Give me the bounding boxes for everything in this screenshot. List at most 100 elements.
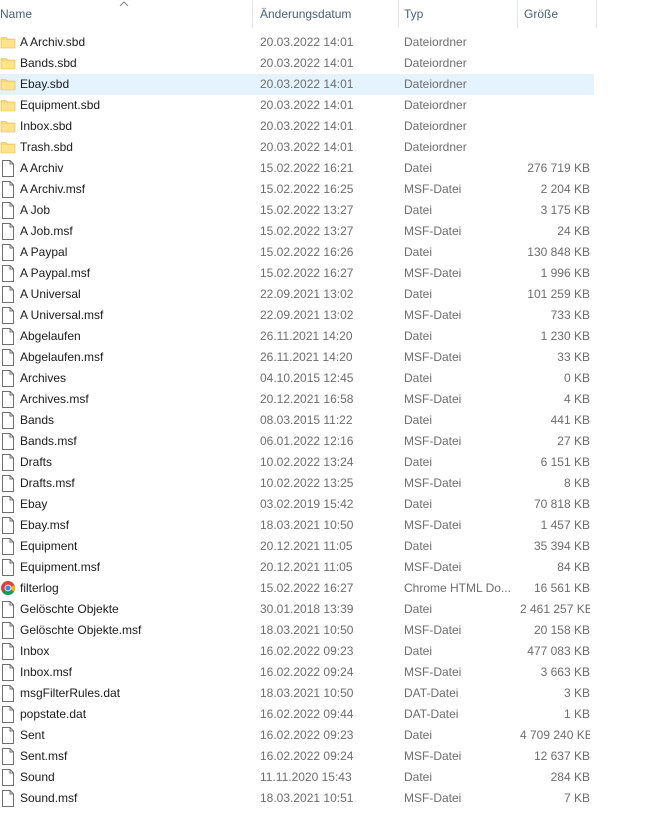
column-header-type[interactable]: Typ (404, 0, 516, 28)
file-row[interactable]: A Paypal 15.02.2022 16:26 Datei 130 848 KB (0, 242, 594, 263)
file-size: 7 KB (563, 791, 590, 805)
file-modified-date: 08.03.2015 11:22 (260, 413, 353, 427)
file-name: Sound (20, 770, 55, 784)
column-divider[interactable] (398, 0, 399, 28)
file-modified-date: 10.02.2022 13:24 (260, 455, 354, 469)
file-type: Datei (404, 413, 433, 427)
file-row[interactable]: Sent.msf 16.02.2022 09:24 MSF-Datei 12 637 … (0, 746, 594, 767)
file-modified-date: 16.02.2022 09:23 (260, 728, 354, 742)
file-row[interactable]: Sent 16.02.2022 09:23 Datei 4 709 240 KB (0, 725, 594, 746)
file-row[interactable]: Equipment.sbd 20.03.2022 14:01 Dateiordner (0, 95, 594, 116)
file-row[interactable]: popstate.dat 16.02.2022 09:44 DAT-Datei 1 K… (0, 704, 594, 725)
file-name: Bands.msf (20, 434, 77, 448)
column-header-name-label: Name (0, 7, 33, 21)
file-row[interactable]: Bands.msf 06.01.2022 12:16 MSF-Datei 27 KB (0, 431, 594, 452)
file-icon (0, 790, 18, 807)
file-type: Datei (404, 371, 433, 385)
file-modified-date: 06.01.2022 12:16 (260, 434, 354, 448)
file-row[interactable]: Drafts.msf 10.02.2022 13:25 MSF-Datei 8 KB (0, 473, 594, 494)
file-row[interactable]: filterlog 15.02.2022 16:27 Chrome HTML Do.… (0, 578, 594, 599)
file-icon (0, 244, 18, 261)
file-modified-date: 16.02.2022 09:24 (260, 665, 354, 679)
file-row[interactable]: A Job 15.02.2022 13:27 Datei 3 175 KB (0, 200, 594, 221)
file-type: DAT-Datei (404, 686, 459, 700)
file-modified-date: 18.03.2021 10:50 (260, 686, 354, 700)
file-row[interactable]: Inbox.sbd 20.03.2022 14:01 Dateiordner (0, 116, 594, 137)
file-row[interactable]: Archives 04.10.2015 12:45 Datei 0 KB (0, 368, 594, 389)
file-size: 1 996 KB (540, 266, 590, 280)
file-icon (0, 265, 18, 282)
file-row[interactable]: Ebay 03.02.2019 15:42 Datei 70 818 KB (0, 494, 594, 515)
file-row[interactable]: A Archiv 15.02.2022 16:21 Datei 276 719 KB (0, 158, 594, 179)
file-name: Inbox (20, 644, 50, 658)
file-row[interactable]: Sound.msf 18.03.2021 10:51 MSF-Datei 7 KB (0, 788, 594, 809)
file-type: Datei (404, 203, 433, 217)
file-row[interactable]: Bands 08.03.2015 11:22 Datei 441 KB (0, 410, 594, 431)
file-icon (0, 328, 18, 345)
column-header-date[interactable]: Änderungsdatum (260, 0, 398, 28)
file-name: Gelöschte Objekte.msf (20, 623, 142, 637)
file-icon (0, 706, 18, 723)
file-size: 70 818 KB (533, 497, 590, 511)
folder-icon (0, 55, 18, 72)
file-row[interactable]: Drafts 10.02.2022 13:24 Datei 6 151 KB (0, 452, 594, 473)
file-name: Equipment.sbd (20, 98, 101, 112)
file-type: MSF-Datei (404, 308, 462, 322)
file-row[interactable]: Inbox.msf 16.02.2022 09:24 MSF-Datei 3 663 … (0, 662, 594, 683)
file-row[interactable]: A Universal 22.09.2021 13:02 Datei 101 259 … (0, 284, 594, 305)
file-size: 101 259 KB (527, 287, 590, 301)
file-icon (0, 370, 18, 387)
file-size: 16 561 KB (533, 581, 590, 595)
file-size: 4 709 240 KB (520, 728, 590, 742)
file-row[interactable]: Abgelaufen 26.11.2021 14:20 Datei 1 230 KB (0, 326, 594, 347)
file-type: Datei (404, 644, 433, 658)
column-header-size[interactable]: Größe (524, 0, 596, 28)
file-name: A Paypal (20, 245, 68, 259)
file-row[interactable]: Equipment 20.12.2021 11:05 Datei 35 394 KB (0, 536, 594, 557)
file-modified-date: 16.02.2022 09:44 (260, 707, 354, 721)
file-size: 130 848 KB (527, 245, 590, 259)
file-icon (0, 769, 18, 786)
file-type: MSF-Datei (404, 518, 462, 532)
file-row[interactable]: Inbox 16.02.2022 09:23 Datei 477 083 KB (0, 641, 594, 662)
file-row[interactable]: Archives.msf 20.12.2021 16:58 MSF-Datei 4 K… (0, 389, 594, 410)
file-size: 276 719 KB (527, 161, 590, 175)
file-row[interactable]: Ebay.sbd 20.03.2022 14:01 Dateiordner (0, 74, 594, 95)
column-divider[interactable] (252, 0, 253, 28)
file-row[interactable]: Sound 11.11.2020 15:43 Datei 284 KB (0, 767, 594, 788)
file-row[interactable]: A Job.msf 15.02.2022 13:27 MSF-Datei 24 KB (0, 221, 594, 242)
file-name: A Archiv.msf (20, 182, 86, 196)
file-name: Drafts (20, 455, 53, 469)
file-modified-date: 22.09.2021 13:02 (260, 287, 354, 301)
file-modified-date: 26.11.2021 14:20 (260, 350, 353, 364)
file-row[interactable]: A Universal.msf 22.09.2021 13:02 MSF-Datei… (0, 305, 594, 326)
file-row[interactable]: Abgelaufen.msf 26.11.2021 14:20 MSF-Datei 3… (0, 347, 594, 368)
file-name: Abgelaufen (20, 329, 81, 343)
file-row[interactable]: Equipment.msf 20.12.2021 11:05 MSF-Datei 84… (0, 557, 594, 578)
column-divider[interactable] (517, 0, 518, 28)
file-modified-date: 15.02.2022 16:21 (260, 161, 354, 175)
column-divider[interactable] (596, 0, 597, 28)
file-row[interactable]: A Archiv.sbd 20.03.2022 14:01 Dateiordner (0, 32, 594, 53)
file-icon (0, 664, 18, 681)
file-modified-date: 20.03.2022 14:01 (260, 35, 354, 49)
file-row[interactable]: Ebay.msf 18.03.2021 10:50 MSF-Datei 1 457 K… (0, 515, 594, 536)
file-modified-date: 20.12.2021 11:05 (260, 560, 353, 574)
file-row[interactable]: Gelöschte Objekte.msf 18.03.2021 10:50 MSF… (0, 620, 594, 641)
file-name: A Universal.msf (20, 308, 104, 322)
file-name: Inbox.sbd (20, 119, 73, 133)
file-name: A Archiv.sbd (20, 35, 86, 49)
file-modified-date: 18.03.2021 10:50 (260, 623, 354, 637)
file-row[interactable]: A Paypal.msf 15.02.2022 16:27 MSF-Datei 1 9… (0, 263, 594, 284)
file-icon (0, 643, 18, 660)
file-list: A Archiv.sbd 20.03.2022 14:01 Dateiordner B… (0, 32, 600, 809)
file-type: Dateiordner (404, 77, 467, 91)
file-row[interactable]: Bands.sbd 20.03.2022 14:01 Dateiordner (0, 53, 594, 74)
file-icon (0, 202, 18, 219)
file-modified-date: 30.01.2018 13:39 (260, 602, 354, 616)
file-row[interactable]: Trash.sbd 20.03.2022 14:01 Dateiordner (0, 137, 594, 158)
file-row[interactable]: A Archiv.msf 15.02.2022 16:25 MSF-Datei 2 2… (0, 179, 594, 200)
file-row[interactable]: msgFilterRules.dat 18.03.2021 10:50 DAT-Da… (0, 683, 594, 704)
file-row[interactable]: Gelöschte Objekte 30.01.2018 13:39 Datei 2 … (0, 599, 594, 620)
file-type: MSF-Datei (404, 350, 462, 364)
